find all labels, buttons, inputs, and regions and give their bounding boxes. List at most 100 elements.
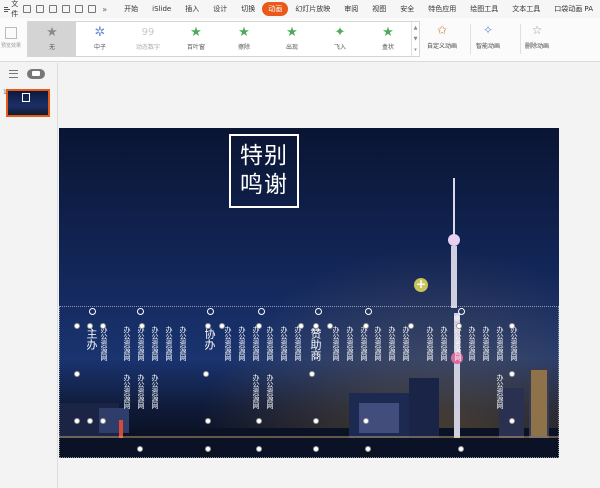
resize-handle[interactable]	[100, 323, 106, 329]
tab-transition[interactable]: 切换	[234, 2, 262, 16]
resize-handle[interactable]	[309, 371, 315, 377]
gallery-item-wipe[interactable]: ★ 擦除	[220, 22, 268, 56]
host-entry[interactable]: 办公资源网	[136, 374, 145, 409]
expand-gallery-icon[interactable]: ▾	[414, 47, 417, 53]
slide-thumbnail[interactable]	[6, 89, 50, 117]
tab-slideshow[interactable]: 幻灯片放映	[288, 2, 337, 16]
resize-handle[interactable]	[298, 323, 304, 329]
co-organizer-entry[interactable]: 办公资源网	[293, 326, 302, 361]
resize-handle[interactable]	[363, 418, 369, 424]
sponsor-entry[interactable]: 办公资源网	[331, 326, 340, 361]
smart-animation-button[interactable]: ✧ 智能动画	[476, 22, 500, 56]
gallery-item-blinds[interactable]: ★ 百叶窗	[172, 22, 220, 56]
sponsor-entry[interactable]: 办公资源网	[387, 326, 396, 361]
resize-handle[interactable]	[137, 446, 143, 452]
resize-handle[interactable]	[509, 418, 515, 424]
tab-review[interactable]: 审阅	[337, 2, 365, 16]
resize-handle[interactable]	[313, 323, 319, 329]
rotate-handle[interactable]	[458, 308, 465, 315]
resize-handle[interactable]	[456, 323, 462, 329]
resize-handle[interactable]	[139, 323, 145, 329]
sponsor-entry[interactable]: 办公资源网	[425, 326, 434, 361]
resize-handle[interactable]	[87, 418, 93, 424]
co-organizer-entry[interactable]: 办公资源网	[265, 374, 274, 409]
host-entry[interactable]: 办公资源网	[164, 326, 173, 361]
export-icon[interactable]	[36, 5, 45, 13]
rotate-handle[interactable]	[315, 308, 322, 315]
gallery-item-box[interactable]: ★ 盒状	[364, 22, 412, 56]
resize-handle[interactable]	[256, 446, 262, 452]
resize-handle[interactable]	[509, 323, 515, 329]
tab-islide[interactable]: iSlide	[145, 2, 178, 16]
print-preview-icon[interactable]	[62, 5, 71, 13]
sponsor-entry[interactable]: 办公资源网	[439, 326, 448, 361]
tab-drawing-tools[interactable]: 绘图工具	[463, 2, 505, 16]
gallery-scroller[interactable]: ▲ ▼ ▾	[411, 22, 419, 56]
resize-handle[interactable]	[365, 446, 371, 452]
tab-pocket-animation[interactable]: 口袋动画 PA	[547, 2, 600, 16]
rotate-handle[interactable]	[365, 308, 372, 315]
resize-handle[interactable]	[203, 371, 209, 377]
co-organizer-entry[interactable]: 办公资源网	[223, 326, 232, 361]
resize-handle[interactable]	[363, 323, 369, 329]
resize-handle[interactable]	[205, 323, 211, 329]
host-entry[interactable]: 办公资源网	[150, 326, 159, 361]
tab-view[interactable]: 视图	[365, 2, 393, 16]
gallery-item-appear[interactable]: ★ 出现	[268, 22, 316, 56]
outline-view-icon[interactable]	[9, 70, 18, 78]
sponsor-entry[interactable]: 办公资源网	[359, 326, 368, 361]
tab-design[interactable]: 设计	[206, 2, 234, 16]
co-organizer-entry[interactable]: 办公资源网	[237, 326, 246, 361]
rotate-handle[interactable]	[137, 308, 144, 315]
co-organizer-entry[interactable]: 办公资源网	[251, 326, 260, 361]
host-entry[interactable]: 办公资源网	[99, 326, 108, 361]
chevron-down-icon[interactable]: ▼	[414, 36, 418, 42]
file-menu[interactable]: 文件	[0, 0, 21, 19]
print-icon[interactable]	[49, 5, 58, 13]
resize-handle[interactable]	[74, 371, 80, 377]
gallery-item-none[interactable]: ★ 无	[28, 22, 76, 56]
host-heading[interactable]: 主办	[85, 328, 98, 350]
rotate-handle[interactable]	[207, 308, 214, 315]
rotate-handle[interactable]	[89, 308, 96, 315]
gallery-item-fly-in[interactable]: ✦ 飞入	[316, 22, 364, 56]
resize-handle[interactable]	[87, 323, 93, 329]
co-organizer-entry[interactable]: 办公资源网	[251, 374, 260, 409]
sponsor-entry[interactable]: 办公资源网	[467, 326, 476, 361]
co-organizer-entry[interactable]: 办公资源网	[279, 326, 288, 361]
resize-handle[interactable]	[408, 323, 414, 329]
host-entry[interactable]: 办公资源网	[122, 374, 131, 409]
title-box[interactable]: 特别 鸣谢	[229, 134, 299, 208]
resize-handle[interactable]	[74, 418, 80, 424]
co-organizer-entry[interactable]: 办公资源网	[265, 326, 274, 361]
resize-handle[interactable]	[313, 418, 319, 424]
co-organizer-heading[interactable]: 协办	[203, 328, 216, 350]
save-icon[interactable]	[23, 5, 32, 13]
undo-icon[interactable]	[75, 5, 84, 13]
sponsor-entry[interactable]: 办公资源网	[481, 326, 490, 361]
host-entry[interactable]: 办公资源网	[136, 326, 145, 361]
resize-handle[interactable]	[256, 323, 262, 329]
tab-security[interactable]: 安全	[393, 2, 421, 16]
redo-icon[interactable]	[88, 5, 97, 13]
host-entry[interactable]: 办公资源网	[122, 326, 131, 361]
custom-animation-button[interactable]: ✩ 自定义动画	[427, 22, 457, 56]
tab-text-tools[interactable]: 文本工具	[505, 2, 547, 16]
resize-handle[interactable]	[327, 323, 333, 329]
gallery-item-neutron[interactable]: ✲ 中子	[76, 22, 124, 56]
host-entry[interactable]: 办公资源网	[178, 326, 187, 361]
slide[interactable]: 特别 鸣谢 主办 协办 赞助商 办公资源网 办公资源网 办公资源网 办公资源网 …	[59, 128, 559, 458]
slide-view-icon[interactable]	[27, 69, 45, 79]
sponsor-entry[interactable]: 办公资源网	[509, 326, 518, 361]
resize-handle[interactable]	[313, 446, 319, 452]
chevron-up-icon[interactable]: ▲	[414, 25, 418, 31]
rotate-handle[interactable]	[258, 308, 265, 315]
resize-handle[interactable]	[205, 418, 211, 424]
resize-handle[interactable]	[205, 446, 211, 452]
delete-animation-button[interactable]: ☆ 删除动画	[525, 22, 549, 56]
more-icon[interactable]: »	[102, 5, 107, 14]
tab-features[interactable]: 特色应用	[421, 2, 463, 16]
resize-handle[interactable]	[458, 446, 464, 452]
sponsor-heading[interactable]: 赞助商	[309, 328, 322, 361]
resize-handle[interactable]	[100, 418, 106, 424]
